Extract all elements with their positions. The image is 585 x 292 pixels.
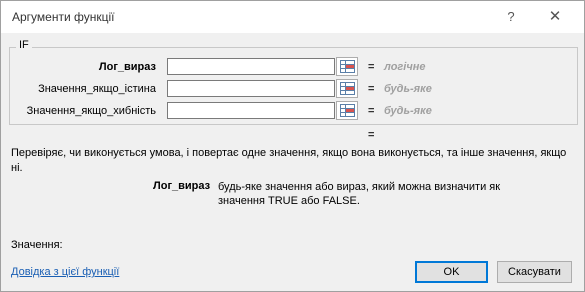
dialog-title: Аргументи функції: [12, 10, 115, 24]
arg-equals-2: =: [368, 83, 375, 95]
range-select-icon: [340, 60, 355, 73]
function-name-label: IF: [16, 39, 32, 51]
arg-hint-any-2: будь-яке: [384, 105, 432, 117]
arg-hint-any-1: будь-яке: [384, 83, 432, 95]
arg-hint-logical: логічне: [384, 61, 426, 73]
close-button[interactable]: ✕: [544, 7, 566, 27]
ok-button[interactable]: OK: [415, 261, 488, 283]
cancel-button[interactable]: Скасувати: [497, 261, 572, 283]
logical-test-range-button[interactable]: [336, 57, 358, 76]
value-if-false-range-button[interactable]: [336, 101, 358, 120]
arg-label-value-if-false: Значення_якщо_хибність: [26, 105, 156, 117]
current-argument-name: Лог_вираз: [153, 180, 211, 192]
function-description: Перевіряє, чи виконується умова, і повер…: [11, 147, 567, 174]
value-if-true-input[interactable]: [167, 80, 335, 97]
help-link[interactable]: Довідка з цієї функції: [11, 266, 119, 278]
arg-equals-3: =: [368, 105, 375, 117]
arg-label-value-if-true: Значення_якщо_істина: [38, 83, 156, 95]
range-select-icon: [340, 82, 355, 95]
value-label: Значення:: [11, 239, 63, 251]
range-select-icon: [340, 104, 355, 117]
logical-test-input[interactable]: [167, 58, 335, 75]
value-if-true-range-button[interactable]: [336, 79, 358, 98]
title-bar: Аргументи функції ? ✕: [1, 1, 584, 33]
help-button[interactable]: ?: [500, 7, 522, 27]
result-equals: =: [368, 129, 375, 141]
arg-label-logical-test: Лог_вираз: [98, 61, 156, 73]
arg-equals-1: =: [368, 61, 375, 73]
function-arguments-dialog: Аргументи функції ? ✕ IF Лог_вираз = лог…: [0, 0, 585, 292]
current-argument-description: будь-яке значення або вираз, який можна …: [218, 181, 501, 207]
value-if-false-input[interactable]: [167, 102, 335, 119]
